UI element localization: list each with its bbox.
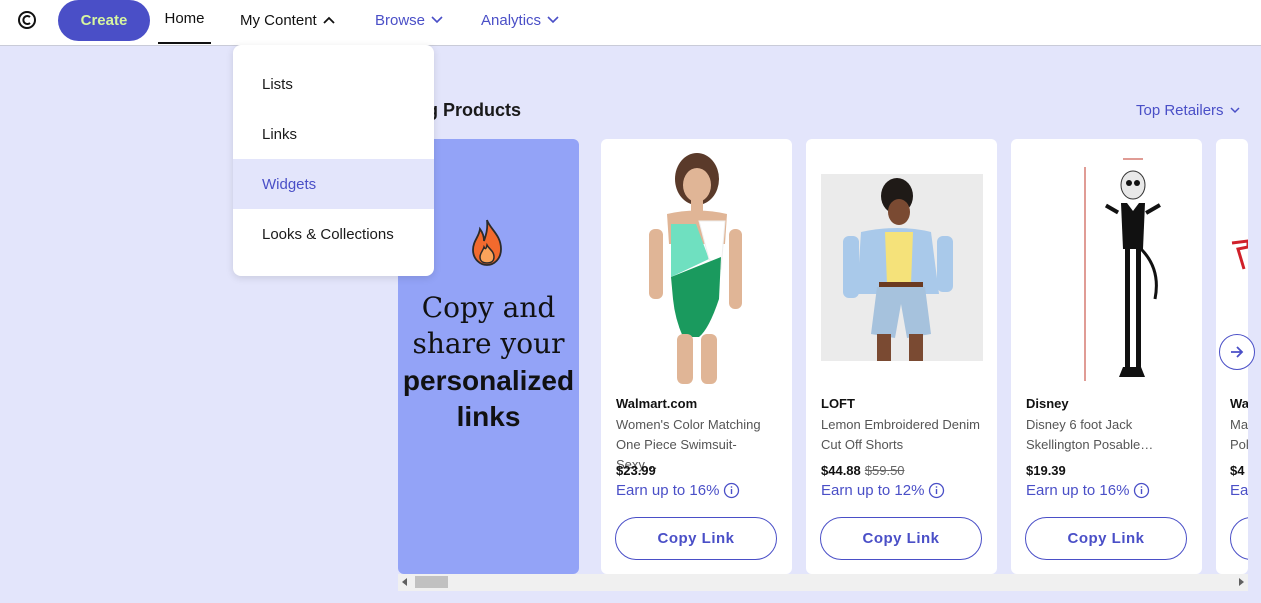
info-icon[interactable] xyxy=(928,482,945,499)
earn-rate: Earn up to 12% xyxy=(821,482,945,499)
logo-icon[interactable] xyxy=(16,9,38,31)
earn-rate: Ea xyxy=(1230,482,1248,499)
product-name-line-2: Cut Off Shorts xyxy=(821,437,904,452)
price-current: $4 xyxy=(1230,463,1245,478)
dropdown-item-links[interactable]: Links xyxy=(233,109,434,159)
promo-text-line-2: share your xyxy=(412,327,565,360)
product-name-line-1: Disney 6 foot Jack xyxy=(1026,417,1133,432)
nav-my-content-label: My Content xyxy=(240,11,317,29)
my-content-dropdown: Lists Links Widgets Looks & Collections xyxy=(233,45,434,276)
product-price: $44.88 $59.50 xyxy=(821,463,905,478)
top-nav: Create Home My Content Browse Analytics xyxy=(0,0,1261,46)
promo-text-line-4: links xyxy=(456,401,521,432)
scroll-left-arrow-icon[interactable] xyxy=(402,578,407,586)
nav-home[interactable]: Home xyxy=(158,0,211,44)
product-price: $19.39 xyxy=(1026,463,1066,478)
arrow-right-icon xyxy=(1231,346,1244,358)
carousel-next-button[interactable] xyxy=(1219,334,1255,370)
product-name-line-2: Pol xyxy=(1230,437,1248,452)
product-card[interactable]: LOFT Lemon Embroidered Denim Cut Off Sho… xyxy=(806,139,997,574)
copy-link-button[interactable]: Copy Link xyxy=(820,517,982,560)
create-button[interactable]: Create xyxy=(58,0,150,41)
scroll-right-arrow-icon[interactable] xyxy=(1239,578,1244,586)
promo-text-line-3: personalized xyxy=(402,365,575,396)
retailer-name: LOFT xyxy=(821,396,855,411)
product-name: Lemon Embroidered Denim Cut Off Shorts xyxy=(821,415,986,455)
dropdown-item-lists[interactable]: Lists xyxy=(233,59,434,109)
product-price: $23.99 xyxy=(616,463,656,478)
retailer-name: Walmart.com xyxy=(616,396,698,411)
nav-browse[interactable]: Browse xyxy=(375,0,443,40)
top-retailers-label: Top Retailers xyxy=(1136,102,1224,119)
retailer-name: Wa xyxy=(1230,396,1248,411)
earn-rate-label: Ea xyxy=(1230,482,1248,499)
product-card[interactable]: Disney Disney 6 foot Jack Skellington Po… xyxy=(1011,139,1202,574)
price-current: $44.88 xyxy=(821,463,861,478)
product-image-partial[interactable] xyxy=(1230,239,1248,275)
copy-link-button[interactable]: Copy Link xyxy=(615,517,777,560)
product-image-denim-shorts[interactable] xyxy=(821,174,983,361)
info-icon[interactable] xyxy=(1133,482,1150,499)
product-image-jack-skellington[interactable] xyxy=(1031,149,1193,384)
chevron-up-icon xyxy=(323,16,335,24)
promo-text-line-1: Copy and xyxy=(421,291,556,324)
chevron-down-icon xyxy=(431,16,443,24)
chevron-down-icon xyxy=(547,16,559,24)
dropdown-item-widgets[interactable]: Widgets xyxy=(233,159,434,209)
product-name-line-2: Skellington Posable… xyxy=(1026,437,1154,452)
retailer-name: Disney xyxy=(1026,396,1069,411)
earn-rate-label: Earn up to 12% xyxy=(821,482,925,499)
price-original: $59.50 xyxy=(864,463,905,478)
copy-link-button[interactable]: Copy Link xyxy=(1025,517,1187,560)
scrollbar-thumb[interactable] xyxy=(415,576,448,588)
nav-home-label: Home xyxy=(164,9,205,27)
price-current: $19.39 xyxy=(1026,463,1066,478)
top-retailers-dropdown[interactable]: Top Retailers xyxy=(1136,102,1240,119)
earn-rate: Earn up to 16% xyxy=(616,482,740,499)
copy-link-button[interactable] xyxy=(1230,517,1248,560)
info-icon[interactable] xyxy=(723,482,740,499)
nav-analytics[interactable]: Analytics xyxy=(481,0,559,40)
earn-rate-label: Earn up to 16% xyxy=(1026,482,1130,499)
product-name-line-1: Women's Color Matching xyxy=(616,417,761,432)
product-price: $4 xyxy=(1230,463,1244,478)
fire-icon xyxy=(472,219,502,266)
nav-my-content[interactable]: My Content xyxy=(240,0,335,40)
product-name-line-1: Lemon Embroidered Denim xyxy=(821,417,980,432)
earn-rate-label: Earn up to 16% xyxy=(616,482,720,499)
product-card[interactable]: Walmart.com Women's Color Matching One P… xyxy=(601,139,792,574)
nav-analytics-label: Analytics xyxy=(481,11,542,29)
nav-browse-label: Browse xyxy=(375,11,426,29)
price-current: $23.99 xyxy=(616,463,656,478)
product-name: Ma Pol xyxy=(1230,415,1248,455)
product-image-swimsuit[interactable] xyxy=(621,149,783,384)
product-name: Disney 6 foot Jack Skellington Posable… xyxy=(1026,415,1191,455)
horizontal-scrollbar[interactable] xyxy=(398,574,1248,591)
dropdown-item-looks-collections[interactable]: Looks & Collections xyxy=(233,209,434,259)
earn-rate: Earn up to 16% xyxy=(1026,482,1150,499)
product-name-line-1: Ma xyxy=(1230,417,1248,432)
chevron-down-icon xyxy=(1230,107,1240,114)
